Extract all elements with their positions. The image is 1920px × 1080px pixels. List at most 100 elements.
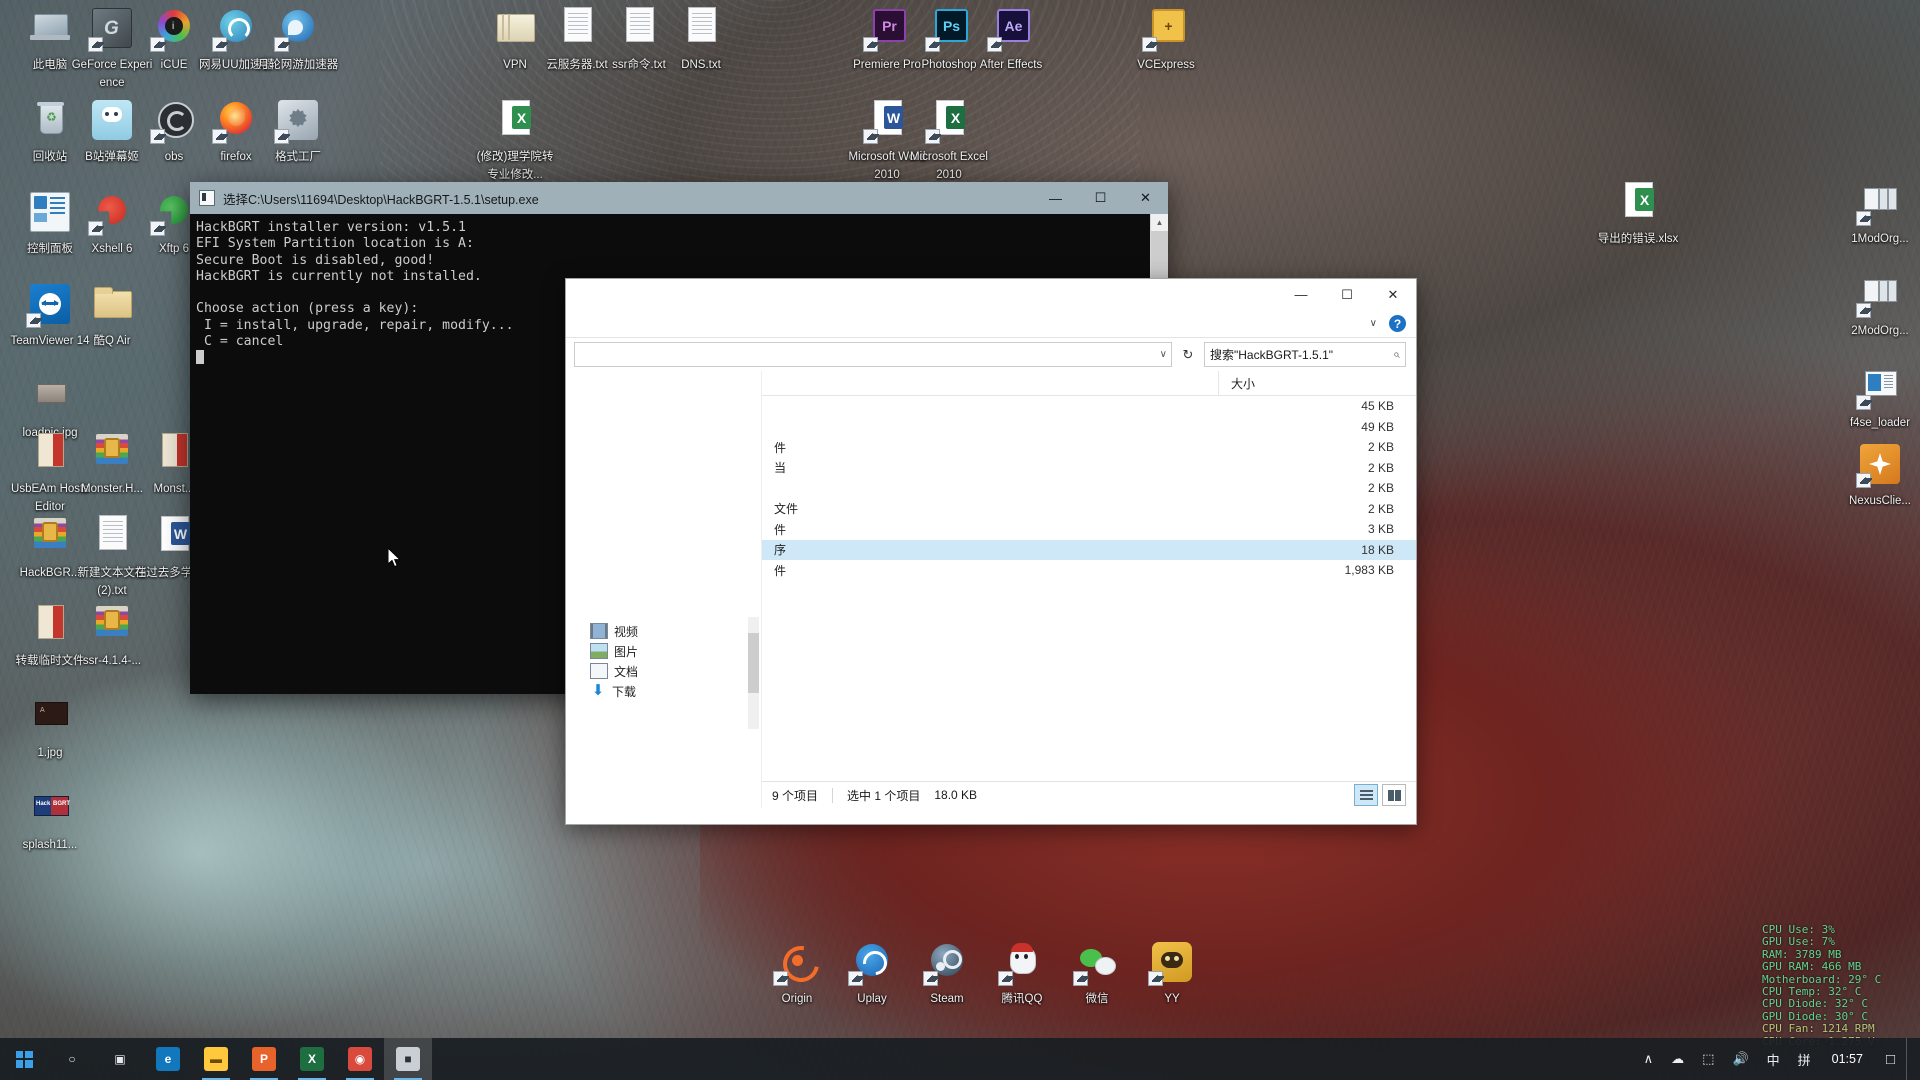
chevron-down-icon[interactable]: ∨ [1370,318,1377,329]
shortcut-arrow-icon [987,37,1002,52]
nav-item[interactable]: 图片 [566,641,761,661]
desktop-icon-image: W [863,96,911,144]
console-maximize-button[interactable]: ☐ [1078,182,1123,214]
clock[interactable]: 01:57 [1820,1038,1875,1080]
desktop-icon[interactable]: Uplay [830,938,914,1007]
desktop-icon-image [88,512,136,560]
show-desktop-button[interactable] [1906,1038,1914,1080]
desktop-icon[interactable]: 酷Q Air [70,280,154,349]
table-row[interactable]: 2 KB [762,478,1416,499]
desktop-icon-label: Uplay [857,993,887,1005]
console-scroll-up-button[interactable]: ▲ [1151,214,1168,231]
desktop-icon[interactable]: 腾讯QQ [980,938,1064,1007]
taskbar-item-edge-browser[interactable]: e [144,1038,192,1080]
file-list-column-header: 大小 [762,371,1416,396]
file-explorer-window[interactable]: — ☐ ✕ ∨ ? ∨ ↻ 搜索"HackBGRT-1.5.1" ⌕ 视频 图片文… [565,278,1417,825]
desktop-icon[interactable]: NexusClie... [1838,440,1920,509]
desktop-icon-image: G [88,4,136,52]
desktop-icon-label: 格式工厂 [275,151,321,163]
taskbar-item-console-window-task[interactable]: ■ [384,1038,432,1080]
taskbar-item-chrome-browser[interactable]: ◉ [336,1038,384,1080]
desktop-icon[interactable]: 1ModOrg... [1838,178,1920,247]
address-chevron-down-icon[interactable]: ∨ [1160,349,1167,360]
console-title-bar[interactable]: 选择C:\Users\11694\Desktop\HackBGRT-1.5.1\… [190,182,1168,214]
desktop-icon-image [553,4,601,52]
explorer-minimize-button[interactable]: — [1278,279,1324,310]
table-row[interactable]: 件 1,983 KB [762,560,1416,581]
desktop-icon-label: 2ModOrg... [1851,325,1909,337]
desktop-icon[interactable]: 月轮网游加速器 [256,4,340,73]
desktop-icon[interactable]: ssr-4.1.4-... [70,600,154,669]
table-row[interactable]: 49 KB [762,417,1416,438]
desktop-icon[interactable]: + VCExpress [1124,4,1208,73]
desktop-icon-image [274,4,322,52]
desktop-icon[interactable]: 2ModOrg... [1838,270,1920,339]
start-button[interactable] [0,1038,48,1080]
taskbar-item-file-explorer[interactable]: ▬ [192,1038,240,1080]
large-icons-view-button[interactable] [1382,784,1406,806]
table-row[interactable]: 件 3 KB [762,519,1416,540]
network-icon[interactable]: ⬚ [1693,1038,1723,1080]
nav-item[interactable]: 视频 [566,621,761,641]
desktop-icon[interactable]: DNS.txt [659,4,743,73]
taskbar-item-excel-app[interactable]: X [288,1038,336,1080]
desktop-icon[interactable]: X (修改)理学院转专业修改... [473,96,557,183]
ime-mode-icon[interactable]: 中 [1758,1038,1789,1080]
nav-scroll-thumb[interactable] [748,633,759,693]
desktop-icon[interactable]: YY [1130,938,1214,1007]
file-name-cell: 件 [774,563,787,578]
desktop-icon[interactable]: Ae After Effects [969,4,1053,73]
desktop-icon-label: obs [164,151,184,163]
volume-icon[interactable]: 🔊 [1723,1038,1757,1080]
desktop-icon[interactable]: X Microsoft Excel 2010 [907,96,991,183]
table-row[interactable]: 件 2 KB [762,437,1416,458]
desktop-icon[interactable]: A 1.jpg [8,692,92,761]
console-cursor [196,350,204,365]
taskbar-item-cortana-search[interactable]: ○ [48,1038,96,1080]
nav-scrollbar[interactable] [748,617,759,729]
desktop-icon[interactable]: Steam [905,938,989,1007]
table-row[interactable]: 45 KB [762,396,1416,417]
notification-center-icon[interactable]: □ [1875,1038,1906,1080]
show-hidden-icons[interactable]: ∧ [1635,1038,1663,1080]
desktop-icon[interactable]: 微信 [1055,938,1139,1007]
desktop-icon-image: ♻ [26,96,74,144]
console-minimize-button[interactable]: — [1033,182,1078,214]
desktop-icon-image [88,280,136,328]
desktop-icon[interactable]: 格式工厂 [256,96,340,165]
shortcut-arrow-icon [1073,971,1088,986]
nav-item[interactable]: ⬇ 下载 [566,681,761,701]
column-header-size[interactable]: 大小 [1218,371,1416,395]
console-close-button[interactable]: ✕ [1123,182,1168,214]
refresh-icon[interactable]: ↻ [1178,343,1198,366]
table-row[interactable]: 文件 2 KB [762,499,1416,520]
ime-pinyin-icon[interactable]: 拼 [1789,1038,1820,1080]
explorer-file-list[interactable]: 大小 45 KB 49 KB 件 2 KB 当 2 KB 2 KB 文件 2 KB 件 3 KB 序 1… [762,371,1416,808]
desktop-icon-image [274,96,322,144]
explorer-navigation-pane[interactable]: 视频 图片 文档 ⬇ 下载 [566,371,762,808]
address-input[interactable]: ∨ [574,342,1172,367]
onedrive-icon[interactable]: ☁ [1662,1038,1693,1080]
explorer-close-button[interactable]: ✕ [1370,279,1416,310]
taskbar-item-pixpin-app[interactable]: P [240,1038,288,1080]
explorer-maximize-button[interactable]: ☐ [1324,279,1370,310]
desktop-icon-label: DNS.txt [681,59,721,71]
table-row[interactable]: 序 18 KB [762,539,1416,560]
desktop-icon[interactable]: X 导出的错误.xlsx [1596,178,1680,247]
desktop-icon[interactable]: Hack BGRT splash11... [8,784,92,853]
desktop-icon-label: NexusClie... [1849,495,1911,507]
details-view-button[interactable] [1354,784,1378,806]
table-row[interactable]: 当 2 KB [762,458,1416,479]
explorer-title-bar[interactable]: — ☐ ✕ [566,279,1416,310]
desktop-icon-label: Microsoft Excel 2010 [910,151,988,181]
desktop-icon[interactable]: f4se_loader [1838,362,1920,431]
desktop-icon-image: Hack BGRT [26,784,74,832]
chrome-browser-icon: ◉ [348,1047,372,1071]
nav-item[interactable]: 文档 [566,661,761,681]
search-input[interactable]: 搜索"HackBGRT-1.5.1" ⌕ [1204,342,1406,367]
desktop-icon-image: i [150,4,198,52]
taskbar-item-task-view[interactable]: ▣ [96,1038,144,1080]
desktop-icon[interactable]: Origin [755,938,839,1007]
help-icon[interactable]: ? [1389,315,1406,332]
